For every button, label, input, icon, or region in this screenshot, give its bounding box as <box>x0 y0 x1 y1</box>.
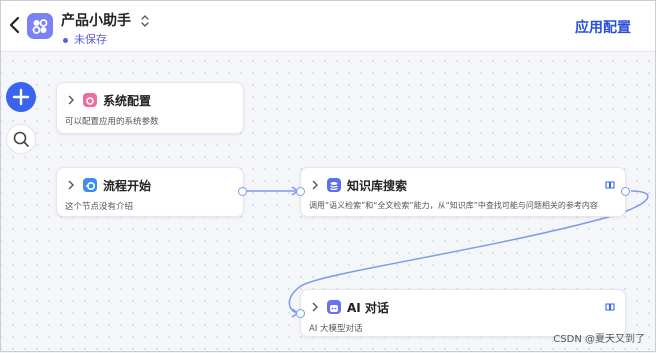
expand-caret-icon[interactable] <box>140 14 150 28</box>
back-arrow-icon[interactable] <box>7 15 23 35</box>
workflow-canvas[interactable]: 产品小助手 未保存 应用配置 系统配置 可以配置应用的系统参数 流程开始 这个节… <box>0 0 656 352</box>
output-port[interactable] <box>238 187 247 196</box>
start-icon <box>83 178 97 192</box>
save-status: 未保存 <box>63 31 107 47</box>
settings-icon <box>83 93 97 107</box>
node-title: 系统配置 <box>103 94 152 108</box>
search-button[interactable] <box>6 124 36 154</box>
input-port[interactable] <box>296 187 305 196</box>
search-icon <box>13 131 29 147</box>
node-description: AI 大模型对话 <box>309 324 363 334</box>
database-icon <box>327 178 341 192</box>
plus-icon <box>12 88 30 106</box>
node-flow-start[interactable]: 流程开始 这个节点没有介绍 <box>56 167 244 217</box>
app-title[interactable]: 产品小助手 <box>61 10 131 30</box>
book-icon[interactable] <box>605 303 615 311</box>
chevron-right-icon[interactable] <box>67 95 75 105</box>
node-description: 调用“语义检索”和“全文检索”能力，从“知识库”中查找可能与问题相关的参考内容 <box>309 201 598 210</box>
node-description: 这个节点没有介绍 <box>65 202 134 212</box>
chevron-right-icon[interactable] <box>67 180 75 190</box>
ai-bot-icon <box>327 300 341 314</box>
watermark: CSDN @夏天又到了 <box>553 334 645 345</box>
chevron-right-icon[interactable] <box>311 302 319 312</box>
book-icon[interactable] <box>605 181 615 189</box>
node-title: AI 对话 <box>347 301 389 315</box>
input-port[interactable] <box>296 309 305 318</box>
node-description: 可以配置应用的系统参数 <box>65 117 159 127</box>
app-config-button[interactable]: 应用配置 <box>575 17 631 37</box>
output-port[interactable] <box>621 187 630 196</box>
chevron-right-icon[interactable] <box>311 180 319 190</box>
node-title: 知识库搜索 <box>347 179 408 193</box>
app-logo-icon <box>27 13 53 39</box>
top-bar: 产品小助手 未保存 应用配置 <box>1 1 655 52</box>
node-system-config[interactable]: 系统配置 可以配置应用的系统参数 <box>56 82 244 134</box>
status-dot <box>63 37 68 43</box>
status-text: 未保存 <box>74 33 107 46</box>
node-title: 流程开始 <box>103 179 152 193</box>
add-node-button[interactable] <box>6 82 36 112</box>
node-knowledge-search[interactable]: 知识库搜索 调用“语义检索”和“全文检索”能力，从“知识库”中查找可能与问题相关… <box>300 167 626 217</box>
